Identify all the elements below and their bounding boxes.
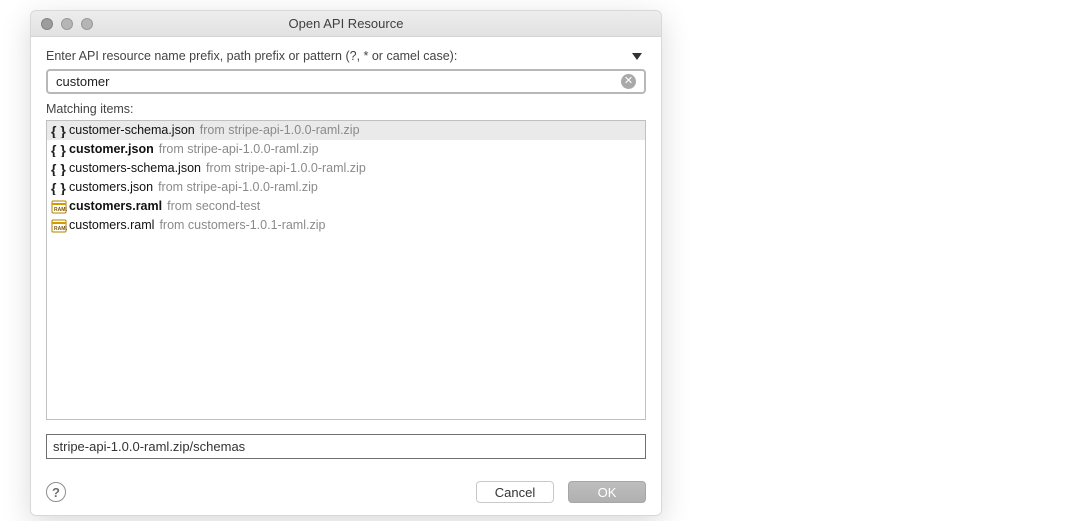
search-input[interactable] xyxy=(56,74,621,89)
svg-text:RAML: RAML xyxy=(54,207,67,213)
file-name: customer.json xyxy=(69,141,154,158)
file-name: customers.raml xyxy=(69,198,162,215)
list-item[interactable]: { }customer.json from stripe-api-1.0.0-ra… xyxy=(47,140,645,159)
file-source: from stripe-api-1.0.0-raml.zip xyxy=(200,122,360,139)
svg-text:{ }: { } xyxy=(51,124,66,138)
list-item[interactable]: { }customers.json from stripe-api-1.0.0-r… xyxy=(47,178,645,197)
prompt-label: Enter API resource name prefix, path pre… xyxy=(46,49,457,63)
raml-file-icon: RAML xyxy=(51,200,67,214)
titlebar: Open API Resource xyxy=(31,11,661,37)
file-source: from stripe-api-1.0.0-raml.zip xyxy=(158,179,318,196)
svg-text:{ }: { } xyxy=(51,143,66,157)
json-file-icon: { } xyxy=(51,143,67,157)
help-icon[interactable]: ? xyxy=(46,482,66,502)
raml-file-icon: RAML xyxy=(51,219,67,233)
file-source: from stripe-api-1.0.0-raml.zip xyxy=(159,141,319,158)
selected-path-field[interactable]: stripe-api-1.0.0-raml.zip/schemas xyxy=(46,434,646,459)
svg-text:{ }: { } xyxy=(51,181,66,195)
json-file-icon: { } xyxy=(51,124,67,138)
prompt-row: Enter API resource name prefix, path pre… xyxy=(46,49,646,63)
list-item[interactable]: RAMLcustomers.raml from second-test xyxy=(47,197,645,216)
dropdown-arrow-icon[interactable] xyxy=(632,53,642,60)
ok-button[interactable]: OK xyxy=(568,481,646,503)
json-file-icon: { } xyxy=(51,181,67,195)
file-name: customers.json xyxy=(69,179,153,196)
list-item[interactable]: { }customer-schema.json from stripe-api-1… xyxy=(47,121,645,140)
file-name: customers.raml xyxy=(69,217,154,234)
file-name: customer-schema.json xyxy=(69,122,195,139)
svg-text:{ }: { } xyxy=(51,162,66,176)
clear-search-icon[interactable]: ✕ xyxy=(621,74,636,89)
file-source: from stripe-api-1.0.0-raml.zip xyxy=(206,160,366,177)
results-list[interactable]: { }customer-schema.jsonfrom stripe-api-1… xyxy=(46,120,646,420)
search-field-wrapper[interactable]: ✕ xyxy=(46,69,646,94)
svg-text:RAML: RAML xyxy=(54,226,67,232)
dialog-footer: ? Cancel OK xyxy=(46,477,646,503)
button-group: Cancel OK xyxy=(476,481,646,503)
dialog-content: Enter API resource name prefix, path pre… xyxy=(31,37,661,515)
dialog-window: Open API Resource Enter API resource nam… xyxy=(30,10,662,516)
cancel-button[interactable]: Cancel xyxy=(476,481,554,503)
matching-items-label: Matching items: xyxy=(46,102,646,116)
file-name: customers-schema.json xyxy=(69,160,201,177)
file-source: from second-test xyxy=(167,198,260,215)
list-item[interactable]: RAMLcustomers.raml from customers-1.0.1-r… xyxy=(47,216,645,235)
file-source: from customers-1.0.1-raml.zip xyxy=(159,217,325,234)
list-item[interactable]: { }customers-schema.json from stripe-api-… xyxy=(47,159,645,178)
window-title: Open API Resource xyxy=(31,16,661,31)
json-file-icon: { } xyxy=(51,162,67,176)
